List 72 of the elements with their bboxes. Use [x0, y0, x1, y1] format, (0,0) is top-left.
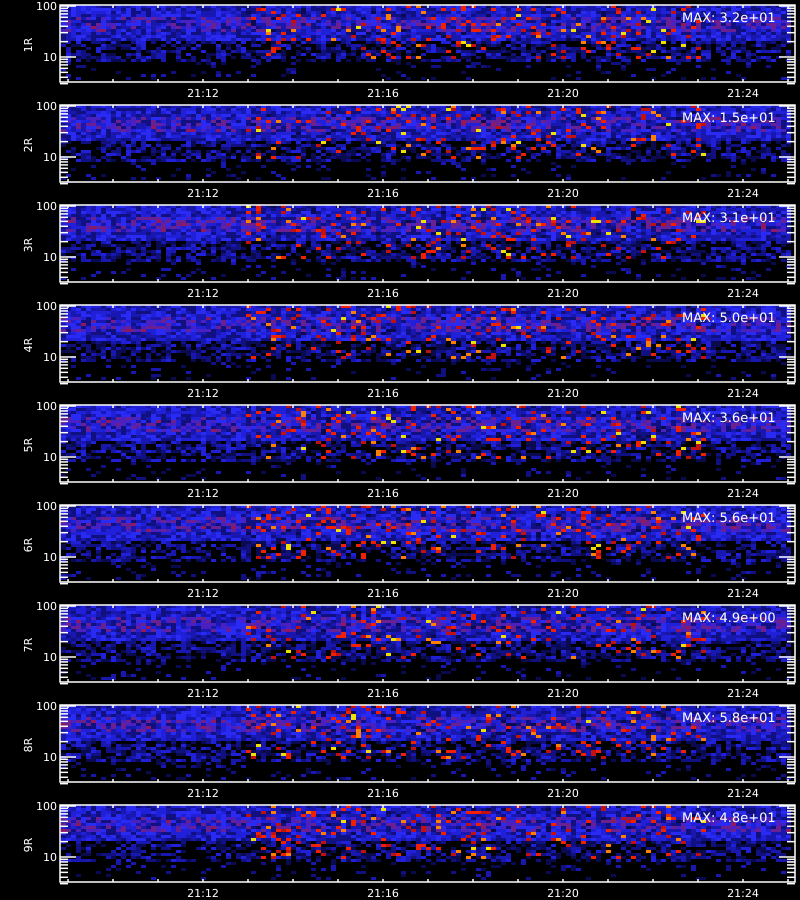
y-tick-label: 100 — [36, 400, 57, 413]
max-label: MAX: 3.2e+01 — [682, 11, 776, 26]
x-tick-label: 21:20 — [547, 287, 579, 300]
y-tick-label: 100 — [36, 0, 57, 13]
x-tick-label: 21:12 — [187, 887, 219, 900]
x-tick-label: 21:24 — [727, 187, 759, 200]
x-tick-label: 21:16 — [367, 87, 399, 100]
max-label: MAX: 5.8e+01 — [682, 711, 776, 726]
y-tick-label: 100 — [36, 100, 57, 113]
y-tick-label: 10 — [43, 251, 57, 264]
channel-label: 6R — [22, 538, 35, 552]
x-tick-label: 21:16 — [367, 487, 399, 500]
x-tick-label: 21:16 — [367, 187, 399, 200]
y-tick-label: 10 — [43, 451, 57, 464]
x-tick-label: 21:24 — [727, 787, 759, 800]
channel-label: 2R — [22, 138, 35, 152]
channel-label: 9R — [22, 838, 35, 852]
x-tick-label: 21:24 — [727, 387, 759, 400]
x-tick-label: 21:24 — [727, 87, 759, 100]
x-tick-label: 21:24 — [727, 287, 759, 300]
x-tick-label: 21:12 — [187, 87, 219, 100]
x-tick-label: 21:24 — [727, 587, 759, 600]
x-tick-label: 21:24 — [727, 687, 759, 700]
y-tick-label: 100 — [36, 300, 57, 313]
max-label: MAX: 4.8e+01 — [682, 811, 776, 826]
x-tick-label: 21:20 — [547, 487, 579, 500]
max-label: MAX: 5.0e+01 — [682, 311, 776, 326]
x-tick-label: 21:16 — [367, 887, 399, 900]
max-label: MAX: 3.6e+01 — [682, 411, 776, 426]
x-tick-label: 21:20 — [547, 687, 579, 700]
x-tick-label: 21:12 — [187, 387, 219, 400]
x-tick-label: 21:20 — [547, 887, 579, 900]
y-tick-label: 100 — [36, 700, 57, 713]
channel-label: 3R — [22, 238, 35, 252]
channel-label: 4R — [22, 338, 35, 352]
x-tick-label: 21:20 — [547, 187, 579, 200]
y-tick-label: 10 — [43, 551, 57, 564]
x-tick-label: 21:12 — [187, 587, 219, 600]
y-tick-label: 10 — [43, 51, 57, 64]
x-tick-label: 21:20 — [547, 587, 579, 600]
channel-label: 8R — [22, 738, 35, 752]
y-tick-label: 10 — [43, 651, 57, 664]
x-tick-label: 21:16 — [367, 287, 399, 300]
y-tick-label: 10 — [43, 751, 57, 764]
x-tick-label: 21:12 — [187, 787, 219, 800]
x-tick-label: 21:16 — [367, 587, 399, 600]
x-tick-label: 21:16 — [367, 687, 399, 700]
channel-label: 1R — [22, 38, 35, 52]
y-tick-label: 100 — [36, 800, 57, 813]
x-tick-label: 21:20 — [547, 387, 579, 400]
x-tick-label: 21:24 — [727, 487, 759, 500]
y-tick-label: 100 — [36, 600, 57, 613]
max-label: MAX: 3.1e+01 — [682, 211, 776, 226]
x-tick-label: 21:20 — [547, 87, 579, 100]
channel-label: 7R — [22, 638, 35, 652]
x-tick-label: 21:16 — [367, 387, 399, 400]
x-tick-label: 21:12 — [187, 487, 219, 500]
x-tick-label: 21:16 — [367, 787, 399, 800]
y-tick-label: 10 — [43, 351, 57, 364]
y-tick-label: 100 — [36, 500, 57, 513]
max-label: MAX: 1.5e+01 — [682, 111, 776, 126]
y-tick-label: 100 — [36, 200, 57, 213]
x-tick-label: 21:24 — [727, 887, 759, 900]
y-tick-label: 10 — [43, 151, 57, 164]
channel-label: 5R — [22, 438, 35, 452]
x-tick-label: 21:12 — [187, 187, 219, 200]
max-label: MAX: 5.6e+01 — [682, 511, 776, 526]
x-tick-label: 21:12 — [187, 687, 219, 700]
x-tick-label: 21:12 — [187, 287, 219, 300]
y-tick-label: 10 — [43, 851, 57, 864]
max-label: MAX: 4.9e+00 — [682, 611, 776, 626]
x-tick-label: 21:20 — [547, 787, 579, 800]
